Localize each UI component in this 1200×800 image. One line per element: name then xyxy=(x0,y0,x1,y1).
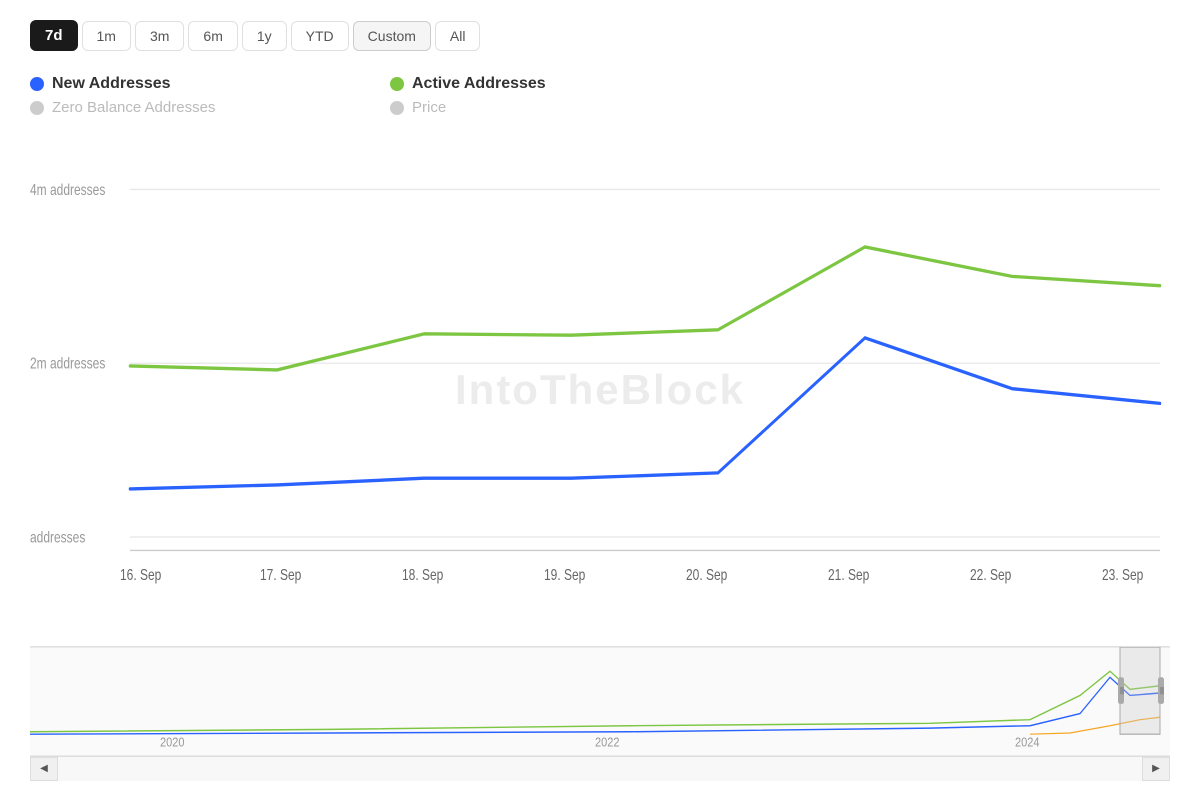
btn-3m[interactable]: 3m xyxy=(135,21,184,51)
btn-custom[interactable]: Custom xyxy=(353,21,431,51)
chart-legend: New Addresses Active Addresses Zero Bala… xyxy=(30,75,730,116)
scroll-left-arrow[interactable]: ◀ xyxy=(30,757,58,781)
y-label-4m: 4m addresses xyxy=(30,181,105,199)
legend-price[interactable]: Price xyxy=(390,99,730,116)
btn-ytd[interactable]: YTD xyxy=(291,21,349,51)
scroll-track[interactable] xyxy=(58,757,1142,781)
mini-x-2020: 2020 xyxy=(160,734,185,749)
x-label-sep23: 23. Sep xyxy=(1102,566,1143,584)
legend-dot-new-addresses xyxy=(30,77,44,91)
legend-label-price: Price xyxy=(412,99,446,116)
x-label-sep20: 20. Sep xyxy=(686,566,727,584)
x-label-sep22: 22. Sep xyxy=(970,566,1011,584)
btn-1m[interactable]: 1m xyxy=(82,21,131,51)
time-range-selector: 7d 1m 3m 6m 1y YTD Custom All xyxy=(30,20,1170,51)
legend-zero-balance[interactable]: Zero Balance Addresses xyxy=(30,99,370,116)
mini-x-2024: 2024 xyxy=(1015,734,1040,749)
scrollbar[interactable]: ◀ ▶ xyxy=(30,756,1170,780)
legend-dot-zero-balance xyxy=(30,101,44,115)
chart-wrapper: IntoTheBlock 4m addresses 2m addresses a… xyxy=(30,136,1170,780)
mini-x-2022: 2022 xyxy=(595,734,620,749)
btn-7d[interactable]: 7d xyxy=(30,20,78,51)
legend-dot-active-addresses xyxy=(390,77,404,91)
legend-active-addresses[interactable]: Active Addresses xyxy=(390,75,730,93)
btn-6m[interactable]: 6m xyxy=(188,21,237,51)
legend-label-active-addresses: Active Addresses xyxy=(412,75,546,93)
x-label-sep16: 16. Sep xyxy=(120,566,161,584)
x-label-sep19: 19. Sep xyxy=(544,566,585,584)
x-label-sep18: 18. Sep xyxy=(402,566,443,584)
new-addresses-line xyxy=(130,338,1160,489)
x-label-sep17: 17. Sep xyxy=(260,566,301,584)
main-chart-svg: 4m addresses 2m addresses addresses 16. … xyxy=(30,136,1170,644)
legend-label-new-addresses: New Addresses xyxy=(52,75,171,93)
btn-all[interactable]: All xyxy=(435,21,481,51)
mini-chart: 2020 2022 2024 xyxy=(30,646,1170,756)
y-label-2m: 2m addresses xyxy=(30,355,105,373)
main-chart: IntoTheBlock 4m addresses 2m addresses a… xyxy=(30,136,1170,644)
scroll-right-arrow[interactable]: ▶ xyxy=(1142,757,1170,781)
app-container: 7d 1m 3m 6m 1y YTD Custom All New Addres… xyxy=(0,0,1200,800)
x-label-sep21: 21. Sep xyxy=(828,566,869,584)
active-addresses-line xyxy=(130,247,1160,370)
legend-label-zero-balance: Zero Balance Addresses xyxy=(52,99,215,116)
legend-new-addresses[interactable]: New Addresses xyxy=(30,75,370,93)
legend-dot-price xyxy=(390,101,404,115)
y-label-0: addresses xyxy=(30,529,85,547)
mini-chart-svg: 2020 2022 2024 xyxy=(30,647,1170,756)
btn-1y[interactable]: 1y xyxy=(242,21,287,51)
